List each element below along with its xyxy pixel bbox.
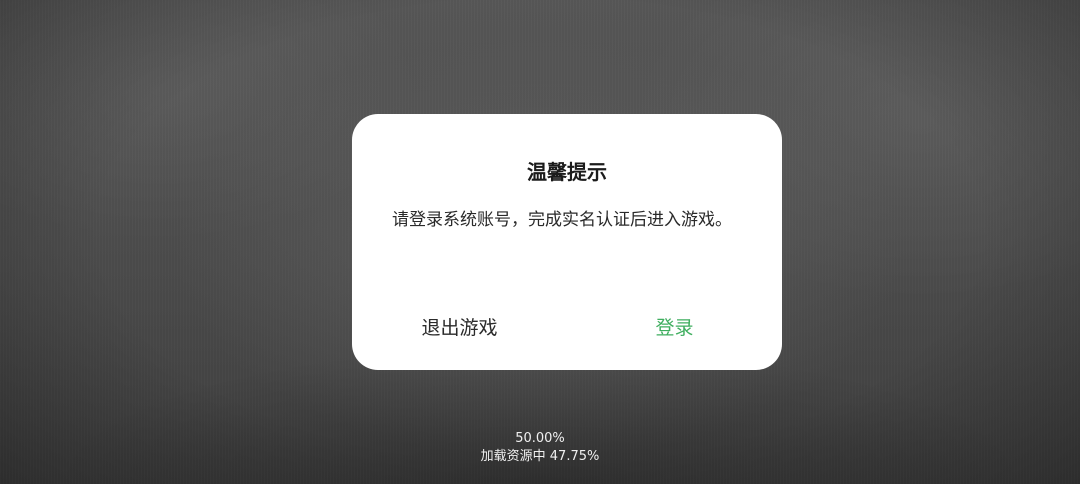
loading-resource-status: 加载资源中 47.75% <box>480 449 600 464</box>
loading-progress-percent: 50.00% <box>515 431 565 446</box>
notice-dialog: 温馨提示 请登录系统账号，完成实名认证后进入游戏。 退出游戏 登录 <box>352 114 782 370</box>
login-button[interactable]: 登录 <box>567 310 782 346</box>
loading-status: 50.00% 加载资源中 47.75% <box>0 430 1080 466</box>
dialog-title: 温馨提示 <box>527 160 607 184</box>
dialog-message: 请登录系统账号，完成实名认证后进入游戏。 <box>392 210 732 230</box>
exit-game-button[interactable]: 退出游戏 <box>352 310 567 346</box>
dialog-actions: 退出游戏 登录 <box>352 310 782 346</box>
